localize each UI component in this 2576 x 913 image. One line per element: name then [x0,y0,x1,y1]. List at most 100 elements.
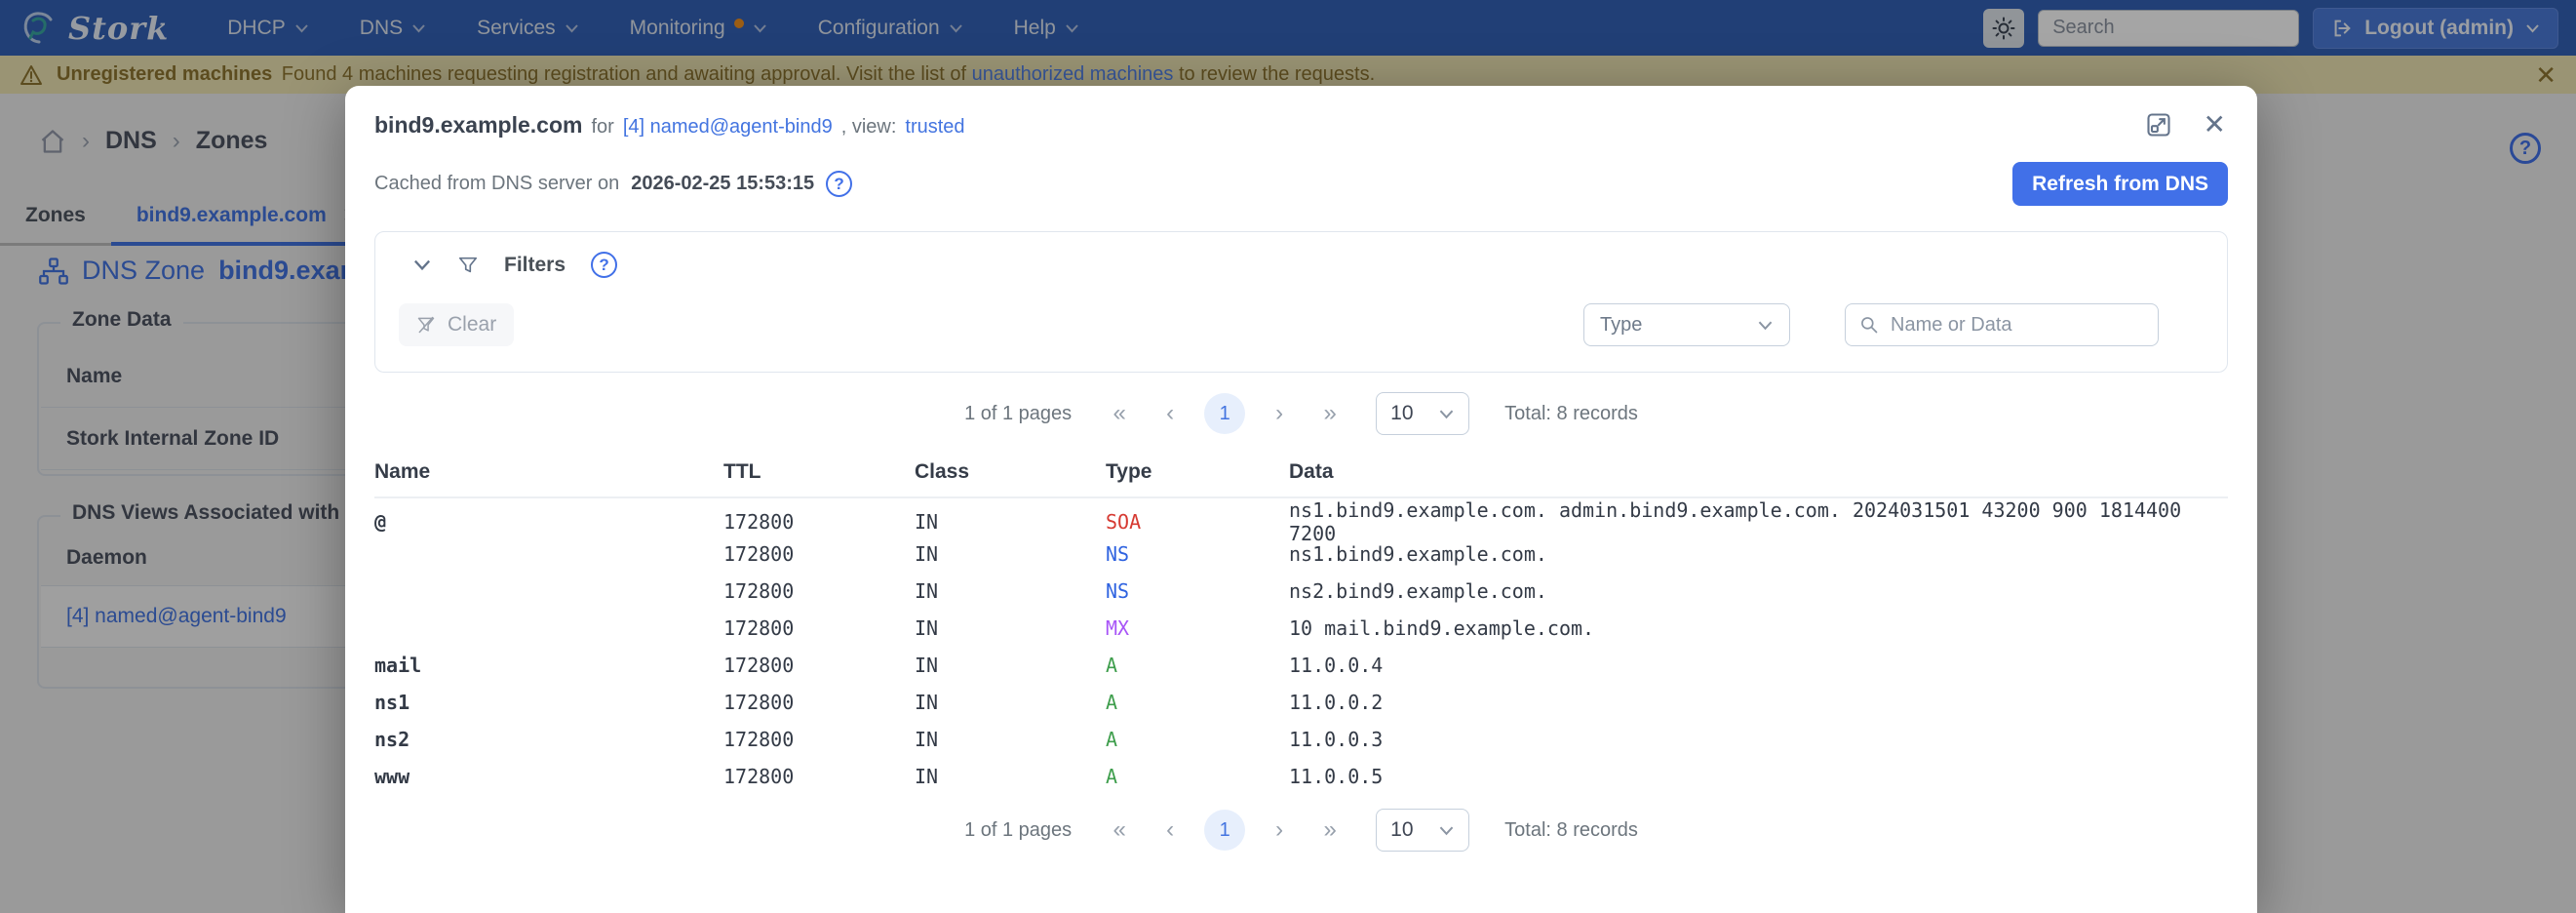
record-class: IN [915,579,1106,603]
records-table-header: Name TTL Class Type Data [374,451,2228,498]
modal-title-for: for [591,116,613,139]
current-page-badge[interactable]: 1 [1204,810,1245,851]
filters-header: Filters ? [399,252,2204,278]
chevron-down-icon [1438,825,1455,836]
record-row[interactable]: mail 172800 IN A 11.0.0.4 [374,647,2228,684]
record-data: ns1.bind9.example.com. [1289,542,2228,566]
record-ttl: 172800 [723,765,915,788]
record-class: IN [915,765,1106,788]
record-data: 11.0.0.5 [1289,765,2228,788]
record-ttl: 172800 [723,616,915,640]
app-screen: Stork DHCP DNS Services Monitoring Confi… [0,0,2576,913]
record-ttl: 172800 [723,728,915,751]
filter-icon [457,255,479,276]
record-search-box [1845,303,2159,346]
modal-view-link[interactable]: trusted [905,116,964,139]
paginator-top: 1 of 1 pages « ‹ 1 › » 10 Total: 8 recor… [345,392,2257,435]
maximize-icon[interactable] [2145,111,2172,139]
record-class: IN [915,542,1106,566]
prev-page-button[interactable]: ‹ [1148,816,1192,844]
modal-close-icon[interactable]: ✕ [2204,111,2226,139]
filters-controls: Clear Type [399,303,2204,346]
clear-filters-button[interactable]: Clear [399,303,514,346]
record-name: ns1 [374,691,723,714]
cached-help-icon[interactable]: ? [826,171,852,197]
col-header-class: Class [915,460,1106,484]
next-page-button[interactable]: › [1257,816,1302,844]
pages-label: 1 of 1 pages [964,403,1072,425]
type-filter-dropdown[interactable]: Type [1583,303,1790,346]
col-header-ttl: TTL [723,460,915,484]
next-page-button[interactable]: › [1257,400,1302,427]
rows-per-page-value: 10 [1390,402,1413,425]
record-row[interactable]: 172800 IN NS ns2.bind9.example.com. [374,573,2228,610]
last-page-button[interactable]: » [1308,816,1352,844]
last-page-button[interactable]: » [1308,400,1352,427]
record-search-input[interactable] [1891,314,2144,337]
cached-row: Cached from DNS server on 2026-02-25 15:… [345,139,2257,206]
col-header-name: Name [374,460,723,484]
first-page-button[interactable]: « [1097,816,1142,844]
chevron-down-icon [1438,409,1455,419]
rows-per-page-dropdown[interactable]: 10 [1376,809,1469,852]
rows-per-page-value: 10 [1390,818,1413,842]
current-page-badge[interactable]: 1 [1204,393,1245,434]
record-type: A [1106,765,1289,788]
records-table-body: @ 172800 IN SOA ns1.bind9.example.com. a… [374,498,2228,795]
filters-help-icon[interactable]: ? [591,252,617,278]
record-row[interactable]: www 172800 IN A 11.0.0.5 [374,758,2228,795]
rows-per-page-dropdown[interactable]: 10 [1376,392,1469,435]
record-data: 10 mail.bind9.example.com. [1289,616,2228,640]
total-records-label: Total: 8 records [1504,819,1638,842]
cached-datetime: 2026-02-25 15:53:15 [631,173,814,195]
modal-daemon-link[interactable]: [4] named@agent-bind9 [623,116,833,139]
record-ttl: 172800 [723,542,915,566]
modal-header-icons: ✕ [2145,111,2226,139]
record-data: ns1.bind9.example.com. admin.bind9.examp… [1289,498,2228,545]
record-class: IN [915,616,1106,640]
record-row[interactable]: 172800 IN MX 10 mail.bind9.example.com. [374,610,2228,647]
pages-label: 1 of 1 pages [964,819,1072,842]
modal-title: bind9.example.com for [4] named@agent-bi… [374,112,965,139]
col-header-type: Type [1106,460,1289,484]
type-placeholder: Type [1600,314,1642,337]
record-type: A [1106,728,1289,751]
filters-panel: Filters ? Clear Type [374,231,2228,373]
first-page-button[interactable]: « [1097,400,1142,427]
search-icon [1859,315,1879,335]
record-row[interactable]: @ 172800 IN SOA ns1.bind9.example.com. a… [374,498,2228,536]
col-header-data: Data [1289,460,2228,484]
record-data: 11.0.0.4 [1289,654,2228,677]
record-data: 11.0.0.3 [1289,728,2228,751]
record-name: www [374,765,723,788]
record-type: NS [1106,542,1289,566]
record-ttl: 172800 [723,654,915,677]
record-data: ns2.bind9.example.com. [1289,579,2228,603]
prev-page-button[interactable]: ‹ [1148,400,1192,427]
chevron-down-icon [1757,320,1774,331]
modal-title-zone: bind9.example.com [374,112,582,139]
record-data: 11.0.0.2 [1289,691,2228,714]
record-type: NS [1106,579,1289,603]
record-ttl: 172800 [723,691,915,714]
cached-label: Cached from DNS server on [374,173,619,195]
record-class: IN [915,728,1106,751]
record-row[interactable]: ns1 172800 IN A 11.0.0.2 [374,684,2228,721]
filters-title: Filters [504,254,566,277]
zone-viewer-modal: bind9.example.com for [4] named@agent-bi… [345,86,2257,913]
refresh-from-dns-button[interactable]: Refresh from DNS [2012,162,2228,206]
record-type: MX [1106,616,1289,640]
record-type: A [1106,691,1289,714]
modal-view-label: , view: [841,116,897,139]
records-table: Name TTL Class Type Data @ 172800 IN SOA… [374,451,2228,795]
record-class: IN [915,654,1106,677]
record-type: SOA [1106,510,1289,534]
clear-label: Clear [448,313,496,337]
filter-slash-icon [416,315,436,335]
record-ttl: 172800 [723,510,915,534]
record-row[interactable]: ns2 172800 IN A 11.0.0.3 [374,721,2228,758]
record-class: IN [915,510,1106,534]
record-type: A [1106,654,1289,677]
paginator-bottom: 1 of 1 pages « ‹ 1 › » 10 Total: 8 recor… [345,809,2257,852]
collapse-chevron-icon[interactable] [412,258,432,271]
